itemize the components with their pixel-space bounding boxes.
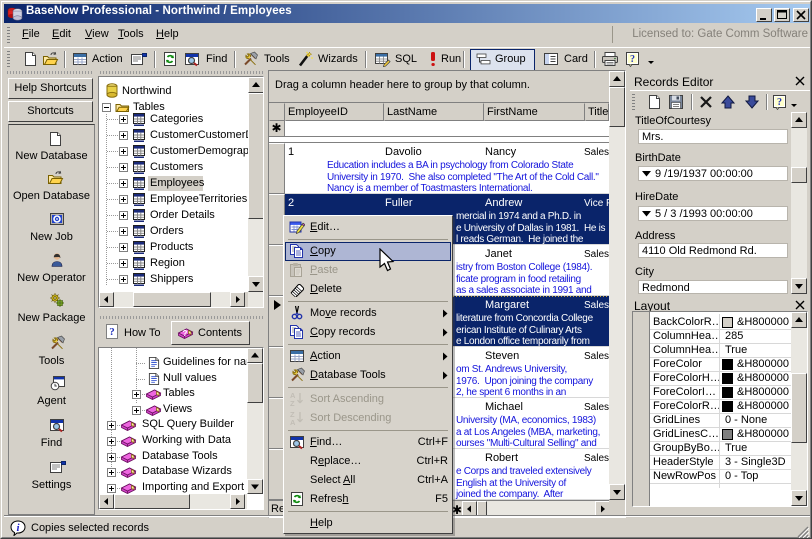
svg-text:?: ? — [630, 54, 635, 65]
svg-text:?: ? — [183, 329, 188, 338]
svg-text:Z: Z — [290, 399, 295, 407]
svg-text:?: ? — [777, 97, 782, 108]
svg-text:A: A — [290, 418, 296, 426]
svg-text:?: ? — [109, 326, 115, 338]
